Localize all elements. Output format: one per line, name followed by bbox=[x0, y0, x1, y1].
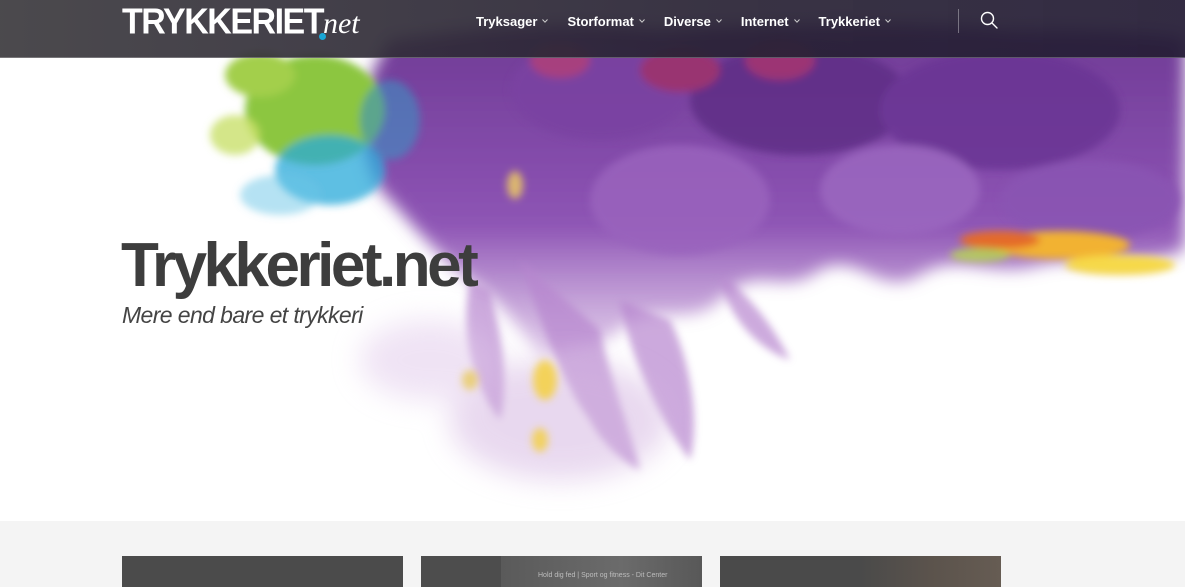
logo-dot bbox=[318, 33, 326, 40]
nav-item-label: Tryksager bbox=[476, 13, 538, 29]
chevron-down-icon bbox=[716, 19, 722, 23]
content-section: Hold dig fed | Sport og fitness - Dit Ce… bbox=[0, 521, 1185, 587]
nav-item-diverse[interactable]: Diverse bbox=[664, 14, 722, 29]
article-card[interactable] bbox=[122, 556, 403, 587]
nav-item-label: Trykkeriet bbox=[818, 13, 880, 29]
nav-item-label: Storformat bbox=[567, 13, 634, 29]
article-card[interactable]: Hold dig fed | Sport og fitness - Dit Ce… bbox=[421, 556, 702, 587]
search-icon[interactable] bbox=[979, 10, 999, 30]
site-logo[interactable]: TRYKKERIET net bbox=[122, 2, 360, 44]
chevron-down-icon bbox=[542, 19, 549, 23]
chevron-down-icon bbox=[885, 19, 891, 23]
nav-item-label: Diverse bbox=[663, 13, 711, 29]
card-thumbnail bbox=[860, 556, 1001, 587]
main-nav: Tryksager Storformat Diverse Internet Tr… bbox=[476, 0, 910, 42]
nav-item-internet[interactable]: Internet bbox=[741, 14, 800, 29]
hero-banner: Trykkeriet.net Mere end bare et trykkeri bbox=[0, 0, 1185, 521]
card-caption: Hold dig fed | Sport og fitness - Dit Ce… bbox=[538, 572, 668, 579]
site-header: TRYKKERIET net Tryksager Storformat Diver… bbox=[0, 0, 1185, 58]
chevron-down-icon bbox=[793, 19, 800, 23]
logo-main-text: TRYKKERIET bbox=[122, 2, 324, 42]
nav-item-trykkeriet[interactable]: Trykkeriet bbox=[819, 14, 891, 29]
chevron-down-icon bbox=[639, 19, 645, 23]
nav-item-tryksager[interactable]: Tryksager bbox=[476, 13, 549, 29]
nav-item-label: Internet bbox=[740, 13, 789, 29]
logo-suffix: net bbox=[318, 6, 360, 42]
hero-subtitle: Mere end bare et trykkeri bbox=[122, 302, 363, 328]
nav-divider bbox=[958, 9, 959, 33]
nav-item-storformat[interactable]: Storformat bbox=[567, 13, 645, 29]
hero-title: Trykkeriet.net bbox=[121, 231, 479, 300]
article-card[interactable] bbox=[720, 556, 1001, 587]
